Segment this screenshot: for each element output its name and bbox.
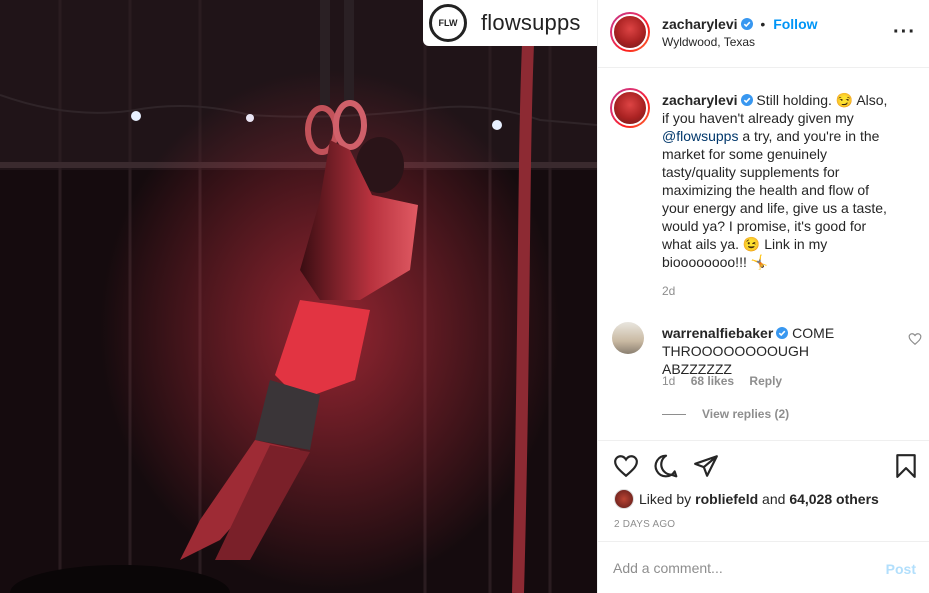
brand-name: flowsupps bbox=[481, 10, 581, 35]
post-header: zacharylevi • Follow Wyldwood, Texas ··· bbox=[598, 0, 929, 68]
comment-likes[interactable]: 68 likes bbox=[691, 374, 734, 388]
author-avatar[interactable] bbox=[610, 12, 650, 52]
share-paper-plane-icon[interactable] bbox=[693, 453, 719, 479]
likes-others-button[interactable]: 64,028 others bbox=[789, 491, 879, 507]
liker-username[interactable]: robliefeld bbox=[695, 491, 758, 507]
liker-avatar[interactable] bbox=[614, 489, 634, 509]
commenter-username[interactable]: warrenalfiebaker bbox=[662, 325, 773, 341]
post-side-panel: zacharylevi • Follow Wyldwood, Texas ···… bbox=[597, 0, 929, 593]
comment-meta: 1d 68 likes Reply bbox=[662, 374, 794, 388]
likes-prefix: Liked by bbox=[639, 491, 692, 507]
more-options-icon[interactable]: ··· bbox=[893, 22, 916, 42]
author-line: zacharylevi • Follow bbox=[662, 16, 818, 32]
comment-body: warrenalfiebaker COME THROOOOOOOOUGH ABZ… bbox=[662, 324, 882, 378]
mention-link[interactable]: @flowsupps bbox=[662, 128, 738, 144]
likes-summary: Liked by robliefeld and 64,028 others bbox=[614, 489, 879, 509]
verified-badge-icon bbox=[776, 327, 789, 339]
caption-avatar[interactable] bbox=[610, 88, 650, 128]
commenter-avatar[interactable] bbox=[612, 322, 644, 354]
location-link[interactable]: Wyldwood, Texas bbox=[662, 35, 755, 49]
gym-scene-image bbox=[0, 0, 597, 593]
post-comment-button[interactable]: Post bbox=[886, 561, 916, 577]
like-heart-icon[interactable] bbox=[613, 453, 639, 479]
caption-text-2: a try, and you're in the market for some… bbox=[662, 128, 887, 270]
follow-button[interactable]: Follow bbox=[773, 16, 817, 32]
replies-divider bbox=[662, 413, 686, 415]
flowsupps-logo-icon: FLW bbox=[429, 4, 467, 42]
caption-time[interactable]: 2d bbox=[662, 284, 675, 298]
comment-time[interactable]: 1d bbox=[662, 374, 675, 388]
add-comment-bar: Post bbox=[598, 541, 929, 593]
reply-button[interactable]: Reply bbox=[749, 374, 782, 388]
verified-badge-icon bbox=[740, 94, 753, 106]
author-username[interactable]: zacharylevi bbox=[662, 16, 738, 32]
caption-username[interactable]: zacharylevi bbox=[662, 92, 738, 108]
separator-dot: • bbox=[760, 16, 766, 32]
comment-input[interactable] bbox=[613, 559, 863, 576]
comment-bubble-icon[interactable] bbox=[653, 453, 679, 479]
caption-body: zacharylevi Still holding. 😏 Also, if yo… bbox=[662, 91, 894, 271]
brand-badge: FLW flowsupps bbox=[423, 0, 597, 46]
like-comment-heart-icon[interactable] bbox=[908, 332, 922, 346]
save-bookmark-icon[interactable] bbox=[893, 453, 919, 479]
view-replies-label: View replies (2) bbox=[702, 407, 790, 421]
likes-connector: and bbox=[758, 491, 790, 507]
view-replies-button[interactable]: View replies (2) bbox=[662, 407, 789, 421]
post-photo[interactable]: FLW flowsupps bbox=[0, 0, 597, 593]
post-actions: Liked by robliefeld and 64,028 others 2 … bbox=[598, 440, 929, 540]
verified-badge-icon bbox=[740, 18, 753, 30]
post-timestamp[interactable]: 2 DAYS AGO bbox=[614, 519, 675, 530]
